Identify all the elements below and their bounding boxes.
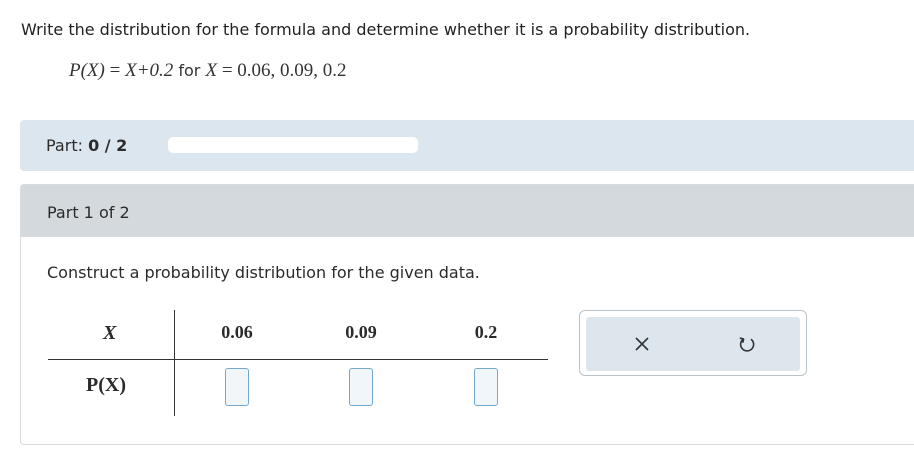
formula-values: = 0.06, 0.09, 0.2 — [217, 60, 347, 81]
table-horizontal-rule — [48, 359, 548, 360]
px-input-2[interactable] — [349, 368, 373, 406]
part-progress-score: 0 / 2 — [88, 136, 128, 155]
x-value-3: 0.2 — [474, 322, 498, 342]
formula-var: X — [205, 60, 218, 81]
x-value-1: 0.06 — [221, 322, 253, 342]
part-progress-label: Part: 0 / 2 — [46, 136, 127, 155]
answer-tools-panel — [586, 317, 800, 371]
undo-icon — [739, 337, 755, 352]
close-icon — [635, 337, 649, 351]
table-vertical-rule — [174, 310, 175, 416]
formula-rhs: X+0.2 — [125, 60, 174, 81]
part-header: Part 1 of 2 — [21, 185, 914, 237]
x-header: X — [103, 322, 117, 344]
part-progress-bar: Part: 0 / 2 — [20, 120, 914, 171]
formula-eq: = — [104, 60, 126, 81]
clear-button[interactable] — [629, 331, 655, 357]
part-progress-prefix: Part: — [46, 136, 89, 155]
formula-for: for — [173, 61, 206, 80]
px-row-label: P(X) — [86, 374, 126, 396]
question-text: Write the distribution for the formula a… — [21, 20, 751, 39]
px-input-1[interactable] — [225, 368, 249, 406]
progress-track — [168, 137, 418, 153]
part-header-label: Part 1 of 2 — [47, 203, 130, 222]
reset-button[interactable] — [734, 331, 760, 357]
part-instruction: Construct a probability distribution for… — [47, 263, 480, 282]
distribution-table: X P(X) 0.06 0.09 0.2 — [48, 310, 548, 420]
x-value-2: 0.09 — [345, 322, 377, 342]
formula-lhs: P(X) — [69, 60, 105, 81]
px-input-3[interactable] — [474, 368, 498, 406]
answer-tools — [579, 310, 807, 376]
formula: P(X) = X+0.2 for X = 0.06, 0.09, 0.2 — [69, 60, 347, 82]
